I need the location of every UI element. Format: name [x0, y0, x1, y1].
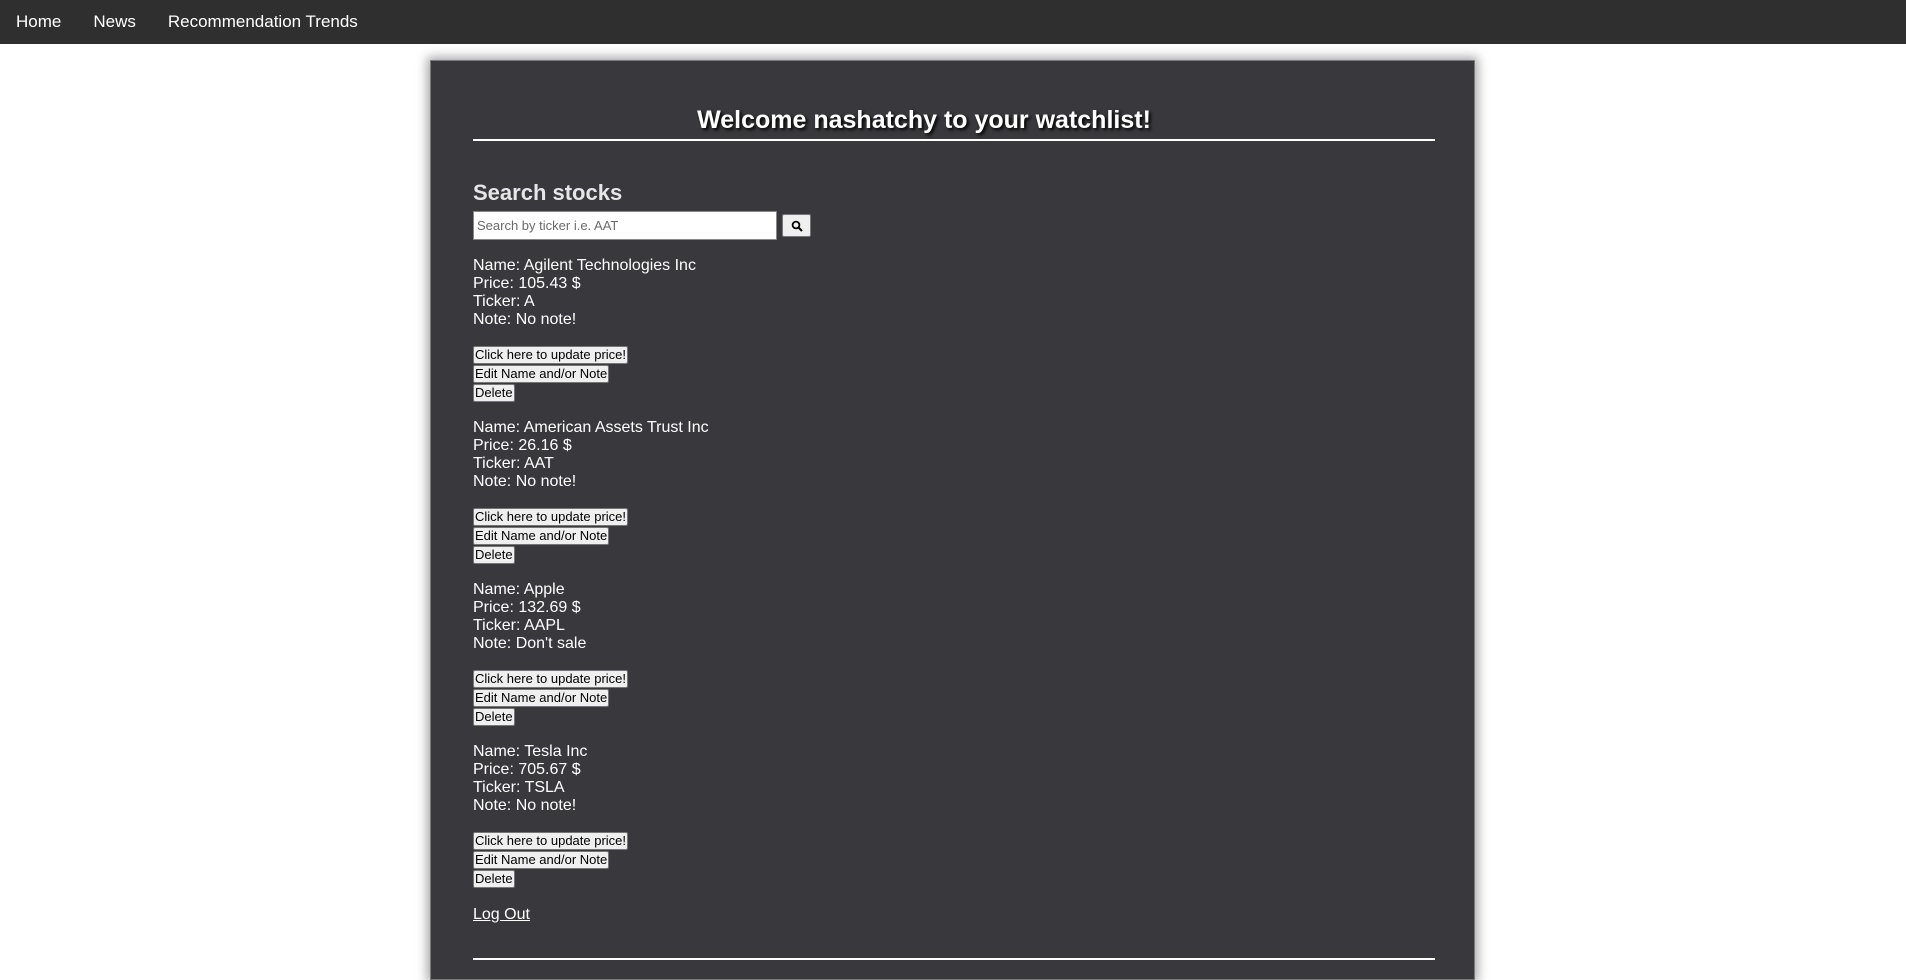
- stock-ticker: Ticker: TSLA: [473, 779, 565, 796]
- stock-ticker: Ticker: A: [473, 293, 535, 310]
- stock-price: Price: 705.67 $: [473, 761, 581, 778]
- stock-price: Price: 105.43 $: [473, 275, 581, 292]
- top-navbar: Home News Recommendation Trends: [0, 0, 1906, 44]
- stock-name: Name: Tesla Inc: [473, 743, 588, 760]
- stock-price: Price: 26.16 $: [473, 437, 572, 454]
- stock-name: Name: American Assets Trust Inc: [473, 419, 709, 436]
- stock-actions: Click here to update price! Edit Name an…: [473, 670, 1435, 726]
- update-price-button[interactable]: Click here to update price!: [473, 832, 629, 850]
- bottom-divider: [473, 958, 1435, 960]
- delete-button[interactable]: Delete: [473, 546, 515, 564]
- update-price-button[interactable]: Click here to update price!: [473, 670, 629, 688]
- watchlist-content: Search stocks Name: Agilent Technologies…: [473, 179, 1435, 924]
- search-heading: Search stocks: [473, 180, 623, 205]
- nav-news-link[interactable]: News: [77, 0, 152, 44]
- stock-note: Note: No note!: [473, 797, 577, 814]
- stock-name: Name: Agilent Technologies Inc: [473, 257, 696, 274]
- title-divider: [473, 139, 1435, 141]
- stock-note: Note: No note!: [473, 311, 577, 328]
- stock-item: Name: Tesla Inc Price: 705.67 $ Ticker: …: [473, 743, 1435, 888]
- search-input[interactable]: [473, 211, 777, 240]
- delete-button[interactable]: Delete: [473, 708, 515, 726]
- edit-name-note-button[interactable]: Edit Name and/or Note: [473, 689, 610, 707]
- search-row: [473, 211, 1435, 240]
- edit-name-note-button[interactable]: Edit Name and/or Note: [473, 851, 610, 869]
- nav-home-link[interactable]: Home: [0, 0, 77, 44]
- update-price-button[interactable]: Click here to update price!: [473, 346, 629, 364]
- search-icon: [791, 220, 803, 232]
- watchlist-panel: Welcome nashatchy to your watchlist! Sea…: [430, 60, 1475, 980]
- stock-ticker: Ticker: AAT: [473, 455, 554, 472]
- logout-link[interactable]: Log Out: [473, 906, 530, 924]
- stock-list: Name: Agilent Technologies Inc Price: 10…: [473, 257, 1435, 888]
- stock-note: Note: No note!: [473, 473, 577, 490]
- nav-recommendation-trends-link[interactable]: Recommendation Trends: [152, 0, 374, 44]
- edit-name-note-button[interactable]: Edit Name and/or Note: [473, 527, 610, 545]
- page-title: Welcome nashatchy to your watchlist!: [697, 106, 1151, 134]
- stock-item: Name: Apple Price: 132.69 $ Ticker: AAPL…: [473, 581, 1435, 726]
- search-button[interactable]: [782, 214, 811, 237]
- stock-item: Name: Agilent Technologies Inc Price: 10…: [473, 257, 1435, 402]
- update-price-button[interactable]: Click here to update price!: [473, 508, 629, 526]
- stock-price: Price: 132.69 $: [473, 599, 581, 616]
- delete-button[interactable]: Delete: [473, 870, 515, 888]
- stock-actions: Click here to update price! Edit Name an…: [473, 832, 1435, 888]
- stock-name: Name: Apple: [473, 581, 565, 598]
- stock-actions: Click here to update price! Edit Name an…: [473, 346, 1435, 402]
- stock-ticker: Ticker: AAPL: [473, 617, 565, 634]
- stock-actions: Click here to update price! Edit Name an…: [473, 508, 1435, 564]
- stock-note: Note: Don't sale: [473, 635, 587, 652]
- delete-button[interactable]: Delete: [473, 384, 515, 402]
- stock-item: Name: American Assets Trust Inc Price: 2…: [473, 419, 1435, 564]
- edit-name-note-button[interactable]: Edit Name and/or Note: [473, 365, 610, 383]
